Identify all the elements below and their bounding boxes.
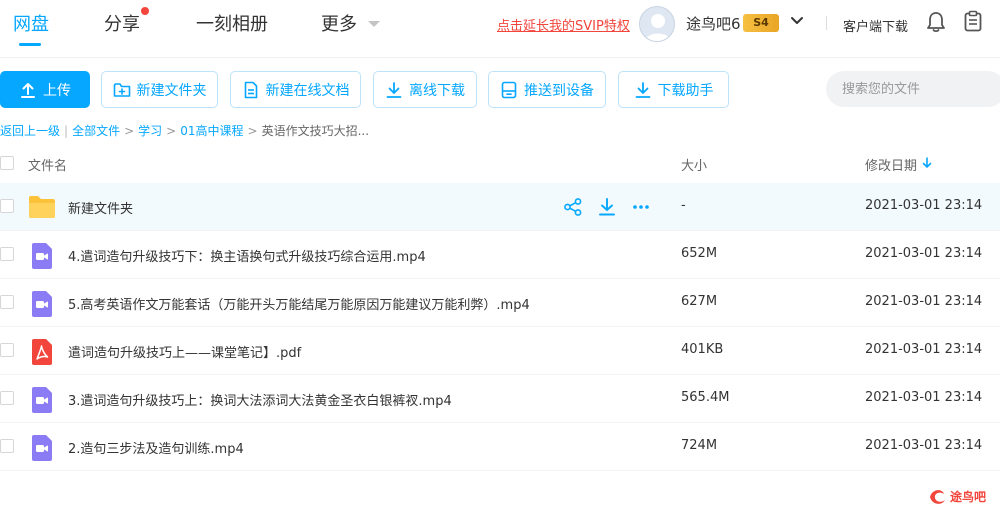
file-modified-date: 2021-03-01 23:14 <box>865 390 983 405</box>
row-checkbox[interactable] <box>0 295 14 309</box>
breadcrumb-current: 英语作文技巧大招... <box>261 124 370 138</box>
tab-share[interactable]: 分享 <box>104 7 149 36</box>
download-helper-button[interactable]: 下载助手 <box>618 71 729 108</box>
new-folder-button[interactable]: 新建文件夹 <box>101 71 218 108</box>
upload-label: 上传 <box>43 82 71 99</box>
row-checkbox[interactable] <box>0 391 14 405</box>
download-icon <box>635 81 650 98</box>
top-navigation: 网盘 分享 一刻相册 更多 点击延长我的SVIP特权 途鸟吧6 S4 客户端下载 <box>0 0 1000 58</box>
watermark-logo: 途鸟吧 <box>930 489 986 504</box>
push-to-device-label: 推送到设备 <box>524 82 594 99</box>
breadcrumb-separator: > <box>247 124 258 138</box>
device-icon <box>501 81 517 98</box>
watermark-text: 途鸟吧 <box>950 489 986 504</box>
svip-renew-link[interactable]: 点击延长我的SVIP特权 <box>497 15 630 34</box>
document-icon <box>244 81 257 98</box>
push-to-device-button[interactable]: 推送到设备 <box>488 71 606 108</box>
download-icon <box>386 81 402 98</box>
breadcrumb-all-files[interactable]: 全部文件 <box>72 124 120 138</box>
video-file-icon <box>32 291 52 317</box>
file-name[interactable]: 4.遣词造句升级技巧下：换主语换句式升级技巧综合运用.mp4 <box>68 246 426 265</box>
folder-add-icon <box>113 82 130 97</box>
download-helper-label: 下载助手 <box>657 82 714 99</box>
offline-download-button[interactable]: 离线下载 <box>373 71 477 108</box>
upload-icon <box>21 82 35 98</box>
active-tab-indicator <box>19 43 41 46</box>
breadcrumb-separator: > <box>124 124 135 138</box>
table-row[interactable]: 5.高考英语作文万能套话（万能开头万能结尾万能原因万能建议万能利弊）.mp4 6… <box>0 279 1000 327</box>
row-checkbox[interactable] <box>0 247 14 261</box>
file-modified-date: 2021-03-01 23:14 <box>865 438 983 453</box>
file-name[interactable]: 2.造句三步法及造句训练.mp4 <box>68 438 244 457</box>
file-size: 565.4M <box>681 390 730 405</box>
video-file-icon <box>32 243 52 269</box>
table-row[interactable]: 3.遣词造句升级技巧上：换词大法添词大法黄金圣衣白银裤衩.mp4 565.4M … <box>0 375 1000 423</box>
file-table-header: 文件名 大小 修改日期 <box>0 146 1000 181</box>
new-online-doc-label: 新建在线文档 <box>265 82 350 99</box>
breadcrumb-divider: | <box>64 124 69 138</box>
file-name[interactable]: 新建文件夹 <box>68 198 133 217</box>
file-modified-date: 2021-03-01 23:14 <box>865 294 983 309</box>
upload-button[interactable]: 上传 <box>0 71 90 108</box>
breadcrumb-back[interactable]: 返回上一级 <box>0 124 60 138</box>
file-name[interactable]: 5.高考英语作文万能套话（万能开头万能结尾万能原因万能建议万能利弊）.mp4 <box>68 294 530 313</box>
bell-icon[interactable] <box>926 11 946 33</box>
tab-netdisk[interactable]: 网盘 <box>13 10 49 36</box>
client-download-link[interactable]: 客户端下载 <box>843 16 908 35</box>
chevron-down-icon[interactable] <box>368 21 380 27</box>
svip-level-badge: S4 <box>743 14 779 32</box>
row-checkbox[interactable] <box>0 439 14 453</box>
row-checkbox[interactable] <box>0 199 14 213</box>
file-size: - <box>681 198 686 213</box>
offline-download-label: 离线下载 <box>409 82 465 99</box>
more-options-icon[interactable] <box>631 197 651 217</box>
breadcrumb-separator: > <box>166 124 177 138</box>
chevron-down-icon[interactable] <box>789 13 805 29</box>
file-modified-date: 2021-03-01 23:14 <box>865 198 983 213</box>
search-input[interactable] <box>826 71 1000 107</box>
download-icon[interactable] <box>597 197 617 217</box>
sort-descending-icon[interactable] <box>921 157 933 169</box>
column-header-size[interactable]: 大小 <box>681 155 707 174</box>
table-row[interactable]: 4.遣词造句升级技巧下：换主语换句式升级技巧综合运用.mp4 652M 2021… <box>0 231 1000 279</box>
file-name[interactable]: 遣词造句升级技巧上——课堂笔记】.pdf <box>68 342 301 361</box>
new-folder-label: 新建文件夹 <box>136 82 207 99</box>
notification-dot <box>141 7 149 15</box>
table-row[interactable]: 新建文件夹 - 2021-03-01 23:14 <box>0 183 1000 231</box>
file-size: 652M <box>681 246 718 261</box>
table-row[interactable]: 2.造句三步法及造句训练.mp4 724M 2021-03-01 23:14 <box>0 423 1000 471</box>
breadcrumb-item[interactable]: 01高中课程 <box>180 124 243 138</box>
file-name[interactable]: 3.遣词造句升级技巧上：换词大法添词大法黄金圣衣白银裤衩.mp4 <box>68 390 452 409</box>
table-row[interactable]: 遣词造句升级技巧上——课堂笔记】.pdf 401KB 2021-03-01 23… <box>0 327 1000 375</box>
avatar[interactable] <box>639 6 675 42</box>
folder-icon <box>29 196 55 218</box>
column-header-date[interactable]: 修改日期 <box>865 155 917 174</box>
clipboard-icon[interactable] <box>963 10 983 32</box>
breadcrumb: 返回上一级 | 全部文件 > 学习 >01高中课程 > 英语作文技巧大招... <box>0 122 369 139</box>
new-online-doc-button[interactable]: 新建在线文档 <box>230 71 361 108</box>
file-size: 724M <box>681 438 718 453</box>
video-file-icon <box>32 387 52 413</box>
column-header-name[interactable]: 文件名 <box>28 155 67 174</box>
breadcrumb-item[interactable]: 学习 <box>138 124 162 138</box>
tab-share-label: 分享 <box>104 14 140 35</box>
video-file-icon <box>32 435 52 461</box>
select-all-checkbox[interactable] <box>0 156 14 170</box>
divider <box>826 16 827 30</box>
file-size: 627M <box>681 294 718 309</box>
file-modified-date: 2021-03-01 23:14 <box>865 342 983 357</box>
tab-more[interactable]: 更多 <box>321 10 357 36</box>
pdf-file-icon <box>32 339 52 365</box>
username[interactable]: 途鸟吧6 <box>686 13 741 34</box>
share-icon[interactable] <box>563 197 583 217</box>
row-checkbox[interactable] <box>0 343 14 357</box>
tab-photo-album[interactable]: 一刻相册 <box>196 10 268 36</box>
file-modified-date: 2021-03-01 23:14 <box>865 246 983 261</box>
file-size: 401KB <box>681 342 724 357</box>
